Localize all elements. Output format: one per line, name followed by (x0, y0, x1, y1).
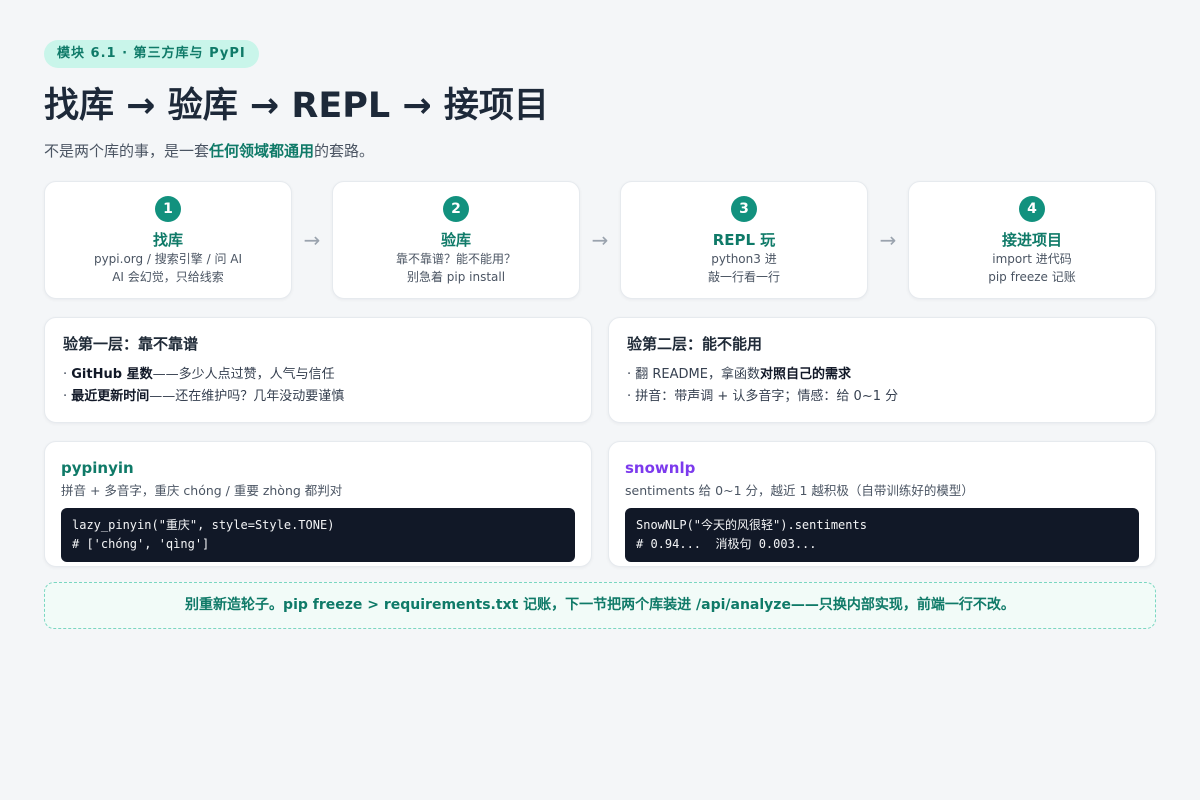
step-card-integrate: 4 接进项目 import 进代码 pip freeze 记账 (908, 181, 1156, 299)
step-line: python3 进 (711, 252, 777, 266)
step-line: import 进代码 (992, 252, 1072, 266)
step-number: 1 (155, 196, 181, 222)
code-block: lazy_pinyin("重庆", style=Style.TONE) # ['c… (61, 508, 575, 562)
step-title: 验库 (440, 231, 471, 249)
code-comment: # ['chóng', 'qìng'] (72, 537, 210, 551)
bullet-bold: GitHub 星数 (71, 367, 153, 382)
step-line: pypi.org / 搜索引擎 / 问 AI (93, 252, 243, 266)
step-line: AI 会幻觉，只给线索 (112, 270, 224, 284)
bullet-text: ——多少人点过赞，人气与信任 (152, 367, 335, 382)
card-title: 验第二层：能不能用 (627, 335, 763, 353)
code-line: SnowNLP("今天的风很轻").sentiments (636, 518, 867, 532)
subtitle-text-after: 的套路。 (314, 142, 375, 160)
code-block: SnowNLP("今天的风很轻").sentiments # 0.94... 消极… (625, 508, 1139, 562)
library-description: 拼音 + 多音字，重庆 chóng / 重要 zhòng 都判对 (61, 483, 343, 498)
bullet-item: · GitHub 星数——多少人点过赞，人气与信任 (63, 367, 335, 382)
step-number: 2 (443, 196, 469, 222)
bullet-bold: 对照自己的需求 (759, 367, 851, 382)
code-line: lazy_pinyin("重庆", style=Style.TONE) (72, 518, 335, 532)
bullet-item: · 拼音：带声调 + 认多音字；情感：给 0~1 分 (627, 389, 899, 404)
step-title: 找库 (152, 231, 183, 249)
arrow-right-icon: → (591, 228, 609, 252)
bullet-text: ——还在维护吗？几年没动要谨慎 (149, 389, 345, 404)
bullet-text: 拼音：带声调 + 认多音字；情感：给 0~1 分 (635, 389, 899, 404)
module-badge: 模块 6.1 · 第三方库与 PyPI (44, 40, 259, 68)
code-comment: # 0.94... 消极句 0.003... (636, 537, 817, 551)
library-name: pypinyin (61, 459, 134, 477)
page-title: 找库 → 验库 → REPL → 接项目 (44, 86, 549, 126)
step-line: 靠不靠谱？能不能用？ (395, 252, 516, 266)
library-card-snownlp: snownlp sentiments 给 0~1 分，越近 1 越积极（自带训练… (608, 441, 1156, 567)
bullet-text: 翻 README，拿函数 (635, 367, 760, 382)
bullet-item: · 最近更新时间——还在维护吗？几年没动要谨慎 (63, 389, 345, 404)
bullet-item: · 翻 README，拿函数对照自己的需求 (627, 367, 851, 382)
step-card-repl: 3 REPL 玩 python3 进 敲一行看一行 (620, 181, 868, 299)
verify-layer-two-card: 验第二层：能不能用 · 翻 README，拿函数对照自己的需求 · 拼音：带声调… (608, 317, 1156, 423)
step-line: pip freeze 记账 (988, 270, 1076, 284)
step-title: REPL 玩 (712, 231, 776, 249)
arrow-right-icon: → (879, 228, 897, 252)
arrow-right-icon: → (303, 228, 321, 252)
step-card-find: 1 找库 pypi.org / 搜索引擎 / 问 AI AI 会幻觉，只给线索 (44, 181, 292, 299)
page-subtitle: 不是两个库的事，是一套任何领域都通用的套路。 (44, 140, 374, 162)
card-title: 验第一层：靠不靠谱 (63, 335, 199, 353)
summary-callout: 别重新造轮子。pip freeze > requirements.txt 记账，… (44, 582, 1156, 629)
subtitle-highlight: 任何领域都通用 (209, 142, 315, 160)
library-name: snownlp (625, 459, 696, 477)
step-card-verify: 2 验库 靠不靠谱？能不能用？ 别急着 pip install (332, 181, 580, 299)
subtitle-text-before: 不是两个库的事，是一套 (44, 142, 210, 160)
library-card-pypinyin: pypinyin 拼音 + 多音字，重庆 chóng / 重要 zhòng 都判… (44, 441, 592, 567)
step-line: 别急着 pip install (406, 270, 506, 284)
bullet-bold: 最近更新时间 (71, 389, 150, 404)
step-line: 敲一行看一行 (707, 270, 780, 284)
step-title: 接进项目 (1001, 231, 1062, 249)
library-description: sentiments 给 0~1 分，越近 1 越积极（自带训练好的模型） (625, 483, 974, 498)
step-number: 3 (731, 196, 757, 222)
verify-layer-one-card: 验第一层：靠不靠谱 · GitHub 星数——多少人点过赞，人气与信任 · 最近… (44, 317, 592, 423)
step-number: 4 (1019, 196, 1045, 222)
